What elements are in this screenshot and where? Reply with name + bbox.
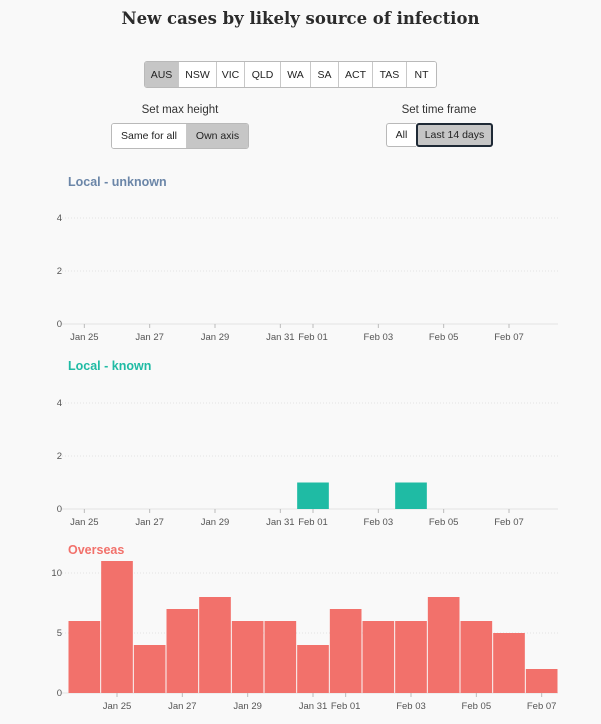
bar-overseas bbox=[101, 561, 133, 693]
bar-overseas bbox=[264, 621, 297, 693]
bar-overseas bbox=[68, 621, 101, 693]
bar-overseas bbox=[427, 597, 460, 693]
bar-overseas bbox=[231, 621, 264, 693]
charts-svg: 024Jan 25 Jan 27 Jan 29 Jan 31 Feb 01 Feb 03 F… bbox=[51, 213, 558, 712]
x-tick-label-overseas: Jan 31 bbox=[299, 701, 328, 712]
x-tick-label-local-unknown: Feb 01 bbox=[298, 332, 328, 343]
x-tick-label-local-unknown: Feb 07 bbox=[494, 332, 524, 343]
bar-overseas bbox=[329, 609, 362, 693]
bar-overseas bbox=[133, 645, 166, 693]
x-tick-label-local-known: Feb 03 bbox=[364, 517, 394, 528]
x-tick-label-overseas: Feb 07 bbox=[527, 701, 557, 712]
bar-overseas bbox=[395, 621, 427, 693]
x-tick-label-local-known: Feb 07 bbox=[494, 517, 524, 528]
x-tick-label-local-known: Feb 05 bbox=[429, 517, 459, 528]
x-tick-label-overseas: Feb 01 bbox=[331, 701, 361, 712]
y-tick-label-local-known: 0 bbox=[57, 504, 62, 515]
x-tick-label-local-known: Jan 31 bbox=[266, 517, 295, 528]
y-tick-label-local-unknown: 2 bbox=[57, 266, 62, 277]
bar-overseas bbox=[362, 621, 395, 693]
bar-overseas bbox=[297, 645, 329, 693]
x-tick-label-local-unknown: Jan 29 bbox=[201, 332, 230, 343]
x-tick-label-local-unknown: Jan 27 bbox=[135, 332, 164, 343]
x-tick-label-overseas: Jan 29 bbox=[233, 701, 262, 712]
y-tick-label-local-known: 2 bbox=[57, 451, 62, 462]
x-tick-label-local-known: Jan 29 bbox=[201, 517, 230, 528]
x-tick-label-local-known: Jan 25 bbox=[70, 517, 99, 528]
y-tick-label-local-unknown: 4 bbox=[57, 213, 62, 224]
y-tick-label-overseas: 0 bbox=[57, 688, 62, 699]
x-tick-label-local-unknown: Jan 25 bbox=[70, 332, 99, 343]
bar-overseas bbox=[460, 621, 493, 693]
y-tick-label-overseas: 5 bbox=[57, 628, 62, 639]
x-tick-label-local-unknown: Jan 31 bbox=[266, 332, 295, 343]
bar-local-known bbox=[297, 482, 329, 509]
bar-local-known bbox=[395, 482, 427, 509]
y-tick-label-local-known: 4 bbox=[57, 398, 62, 409]
bar-overseas bbox=[166, 609, 199, 693]
x-tick-label-local-unknown: Feb 05 bbox=[429, 332, 459, 343]
y-tick-label-local-unknown: 0 bbox=[57, 319, 62, 330]
y-tick-label-overseas: 10 bbox=[51, 568, 62, 579]
bar-overseas bbox=[199, 597, 231, 693]
x-tick-label-local-unknown: Feb 03 bbox=[364, 332, 394, 343]
bar-overseas bbox=[493, 633, 525, 693]
x-tick-label-overseas: Jan 27 bbox=[168, 701, 197, 712]
x-tick-label-overseas: Feb 05 bbox=[462, 701, 492, 712]
bar-overseas bbox=[525, 669, 558, 693]
x-tick-label-local-known: Jan 27 bbox=[135, 517, 164, 528]
x-tick-label-overseas: Feb 03 bbox=[396, 701, 426, 712]
x-tick-label-local-known: Feb 01 bbox=[298, 517, 328, 528]
x-tick-label-overseas: Jan 25 bbox=[103, 701, 132, 712]
